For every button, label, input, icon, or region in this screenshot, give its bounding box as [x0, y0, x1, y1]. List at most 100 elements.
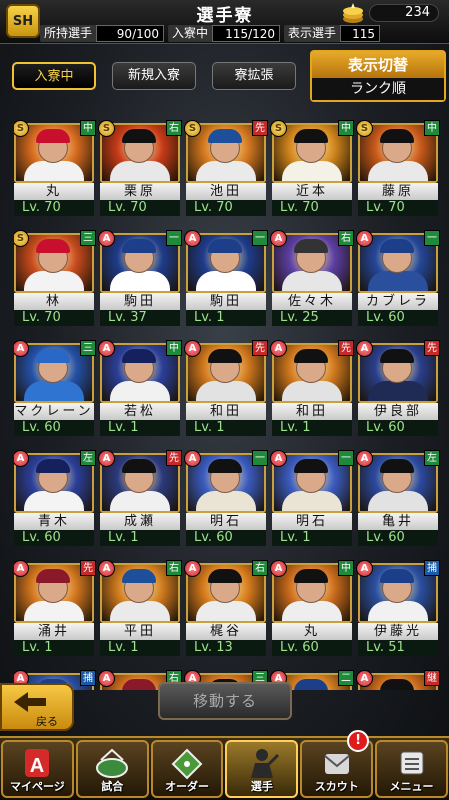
player-level: Lv. 70 [272, 200, 352, 216]
player-name: 林 [14, 293, 94, 310]
position-badge: 先 [80, 560, 96, 576]
player-card[interactable]: A 一駒田 Lv. 37 [98, 230, 182, 328]
player-name: 青木 [14, 513, 94, 530]
rank-badge: A [98, 340, 115, 357]
player-card[interactable]: A 捕伊藤光 Lv. 51 [356, 560, 440, 658]
display-switch-button[interactable]: 表示切替 ランク順 [310, 50, 446, 102]
menu-item-4[interactable]: スカウト! [300, 730, 374, 798]
display-switch-title: 表示切替 [312, 52, 444, 78]
displayed-value: 115 [340, 25, 381, 42]
player-name: 池田 [186, 183, 266, 200]
rank-badge: A [184, 230, 201, 247]
player-card[interactable]: A 中丸 Lv. 60 [270, 560, 354, 658]
menu-item-3[interactable]: 選手 [225, 740, 299, 798]
player-level: Lv. 70 [358, 200, 438, 216]
position-badge: 二 [338, 670, 354, 686]
position-badge: 右 [338, 230, 354, 246]
position-badge: 捕 [424, 560, 440, 576]
stadium-icon [96, 748, 129, 778]
player-card[interactable]: S 三林 Lv. 70 [14, 230, 96, 328]
player-card[interactable]: A 右梶谷 Lv. 13 [184, 560, 268, 658]
player-name: 伊藤光 [358, 623, 438, 640]
player-card[interactable]: A 先成瀬 Lv. 1 [98, 450, 182, 548]
rank-badge: A [270, 560, 287, 577]
player-card[interactable]: A 中若松 Lv. 1 [98, 340, 182, 438]
tab-in-dorm[interactable]: 入寮中 [12, 62, 96, 90]
notification-badge: ! [347, 730, 370, 752]
player-level: Lv. 60 [358, 530, 438, 546]
position-badge: 右 [252, 560, 268, 576]
scout-icon [324, 754, 350, 774]
player-card[interactable]: A継比嘉Lv. 1 [356, 670, 440, 690]
player-level: Lv. 1 [100, 530, 180, 546]
menu-item-1[interactable]: 試合 [75, 740, 149, 798]
player-icon [250, 749, 279, 778]
coin-value: 234 [369, 4, 439, 22]
player-card[interactable]: A 一駒田 Lv. 1 [184, 230, 268, 328]
stats-bar: 所持選手 90/100 入寮中 115/120 表示選手 115 [40, 25, 445, 42]
menu-item-2[interactable]: オーダー [150, 740, 224, 798]
back-button[interactable]: 戻る [0, 683, 74, 731]
player-card[interactable]: A 右平田 Lv. 1 [98, 560, 182, 658]
menu-item-5[interactable]: メニュー [375, 740, 448, 798]
player-card[interactable]: A 右佐々木 Lv. 25 [270, 230, 354, 328]
back-arrow-icon [14, 692, 46, 712]
home-a-icon: A [25, 749, 50, 777]
player-name: 和田 [272, 403, 352, 420]
player-name: 伊良部 [358, 403, 438, 420]
menu-label: メニュー [389, 780, 434, 793]
owned-players-value: 90/100 [96, 25, 165, 42]
menu-label: マイページ [10, 780, 65, 793]
tab-new-entry[interactable]: 新規入寮 [112, 62, 196, 90]
position-badge: 左 [424, 450, 440, 466]
player-card[interactable]: S 右栗原 Lv. 70 [98, 120, 182, 218]
player-card[interactable]: A 先伊良部 Lv. 60 [356, 340, 440, 438]
rank-badge: A [98, 670, 115, 687]
rank-badge: S [270, 120, 287, 137]
player-card[interactable]: S 中藤原 Lv. 70 [356, 120, 440, 218]
menu-item-0[interactable]: A マイページ [1, 740, 74, 798]
in-dorm-label: 入寮中 [168, 25, 213, 42]
player-card[interactable]: S 中近本 Lv. 70 [270, 120, 354, 218]
player-name: 若松 [100, 403, 180, 420]
player-level: Lv. 60 [14, 420, 94, 436]
player-name: 駒田 [186, 293, 266, 310]
player-name: 涌井 [14, 623, 94, 640]
player-card[interactable]: A 先和田 Lv. 1 [184, 340, 268, 438]
rank-badge: S [356, 120, 373, 137]
displayed-label: 表示選手 [284, 25, 341, 42]
position-badge: 継 [424, 670, 440, 686]
player-card[interactable]: S 中丸 Lv. 70 [14, 120, 96, 218]
player-level: Lv. 1 [14, 640, 94, 656]
player-card[interactable]: A 三マクレーン Lv. 60 [14, 340, 96, 438]
player-card[interactable]: A 一カブレラ Lv. 60 [356, 230, 440, 328]
player-card[interactable]: A 左亀井 Lv. 60 [356, 450, 440, 548]
coin-counter: 234 [341, 3, 441, 23]
move-button[interactable]: 移動する [158, 682, 292, 720]
player-level: Lv. 1 [100, 640, 180, 656]
player-card[interactable]: A 一明石 Lv. 60 [184, 450, 268, 548]
position-badge: 先 [166, 450, 182, 466]
player-card[interactable]: A 左青木 Lv. 60 [14, 450, 96, 548]
player-card[interactable]: A 先涌井 Lv. 1 [14, 560, 96, 658]
player-card[interactable]: A 先和田 Lv. 1 [270, 340, 354, 438]
back-label: 戻る [36, 715, 58, 728]
player-name: 明石 [186, 513, 266, 530]
player-card[interactable]: S 先池田 Lv. 70 [184, 120, 268, 218]
player-level: Lv. 25 [272, 310, 352, 326]
player-card[interactable]: A 一明石 Lv. 1 [270, 450, 354, 548]
player-level: Lv. 13 [186, 640, 266, 656]
team-logo: SH [6, 4, 40, 38]
player-level: Lv. 60 [272, 640, 352, 656]
rank-badge: A [356, 560, 373, 577]
position-badge: 一 [252, 450, 268, 466]
position-badge: 一 [252, 230, 268, 246]
position-badge: 中 [338, 560, 354, 576]
tab-dorm-expand[interactable]: 寮拡張 [212, 62, 296, 90]
position-badge: 先 [252, 340, 268, 356]
position-badge: 中 [80, 120, 96, 136]
player-level: Lv. 70 [14, 200, 94, 216]
svg-text:A: A [30, 755, 44, 777]
position-badge: 三 [80, 340, 96, 356]
player-name: 栗原 [100, 183, 180, 200]
